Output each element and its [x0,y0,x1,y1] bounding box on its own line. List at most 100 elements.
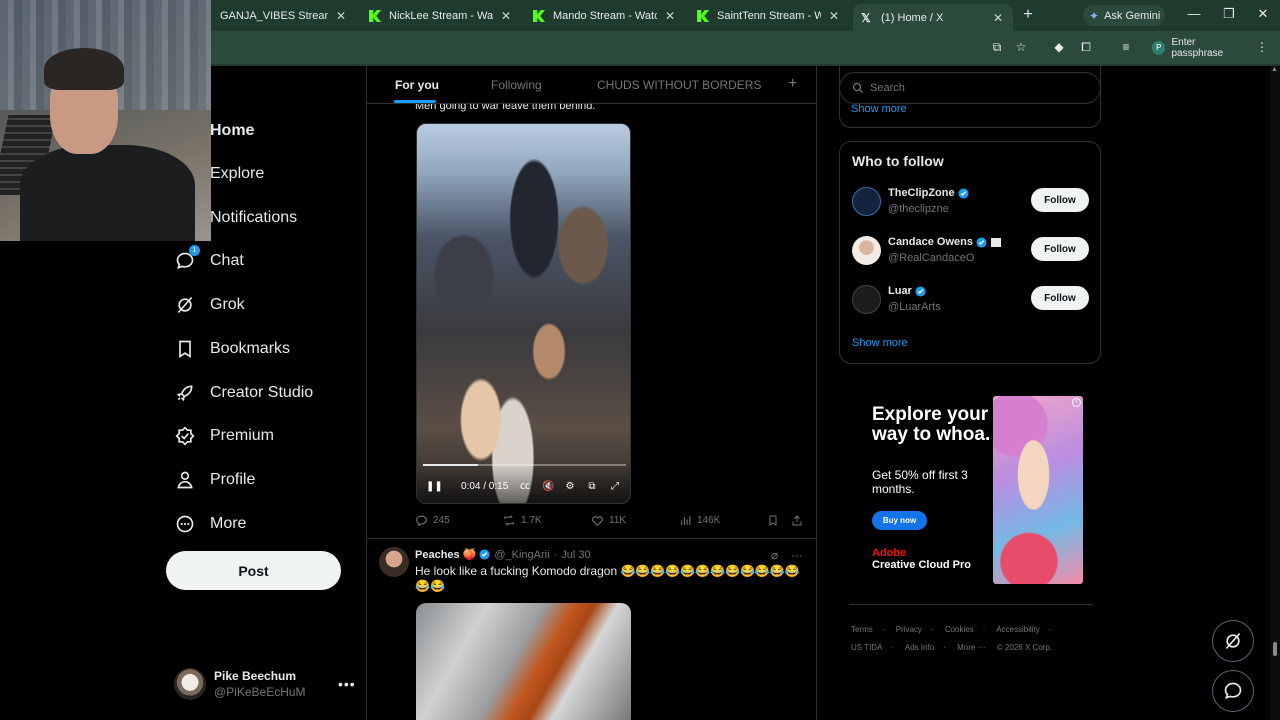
scrollbar-thumb[interactable] [1273,642,1277,656]
footer-link[interactable]: Terms [851,625,873,634]
new-tab-icon[interactable]: + [1020,6,1036,24]
tweet-more-icon[interactable]: ··· [791,548,803,562]
ask-gemini-label: Ask Gemini [1104,9,1161,22]
maximize-icon[interactable]: ❐ [1221,6,1237,22]
footer-link[interactable]: More ··· [957,643,985,652]
reading-list-icon[interactable]: ≡ [1119,40,1133,54]
bookmark-star-icon[interactable]: ☆ [1014,40,1028,54]
avatar[interactable] [379,547,409,577]
search-bar[interactable] [839,72,1101,104]
captions-icon[interactable]: ㏄ [519,480,531,494]
footer-link[interactable]: Privacy [896,625,922,634]
suggestion-handle: @LuarArts [888,301,941,313]
nav-item-creator-studio[interactable]: Creator Studio [174,379,313,407]
extension-icon[interactable]: ◆ [1052,40,1066,54]
share-icon[interactable] [791,514,808,527]
follow-button[interactable]: Follow [1031,188,1089,212]
browser-tab[interactable]: GANJA_VIBES Stream - Watc ✕ [212,4,356,28]
video-progress-bar[interactable] [423,464,626,466]
feed-tabs: For you Following CHUDS WITHOUT BORDERS … [367,66,816,104]
like-button[interactable]: 11K [591,514,626,527]
tab-close-icon[interactable]: ✕ [334,9,348,23]
nav-item-profile[interactable]: Profile [174,466,255,494]
settings-icon[interactable]: ⚙ [564,480,576,494]
footer-link[interactable]: US TIDA [851,643,882,652]
tab-for-you[interactable]: For you [395,78,439,92]
tab-close-icon[interactable]: ✕ [499,9,513,23]
nav-item-bookmarks[interactable]: Bookmarks [174,335,290,363]
views-button[interactable]: 146K [679,514,720,527]
verified-icon [976,236,987,248]
nav-item-chat[interactable]: 1 Chat [174,245,244,275]
flag-icon [990,237,1001,247]
more-dots-icon[interactable]: ••• [338,676,356,692]
add-tab-icon[interactable]: + [788,75,797,93]
close-window-icon[interactable]: ✕ [1255,6,1271,22]
tab-close-icon[interactable]: ✕ [827,9,841,23]
footer-link[interactable]: Accessibility [996,625,1040,634]
ad-info-icon[interactable]: i [1072,398,1081,407]
video-player[interactable]: ❚❚ 0:04 / 0:15 ㏄ 🔇 ⚙ ⧉ ⤢ [416,123,631,504]
tab-close-icon[interactable]: ✕ [991,11,1005,25]
browser-tab[interactable]: SaintTenn Stream - Watch Li ✕ [689,4,849,28]
footer-link[interactable]: Ads Info [905,643,934,652]
nav-label: Explore [210,165,265,182]
account-switcher[interactable]: Pike Beechum @PiKeBeEcHuM ••• [174,668,356,700]
follow-button[interactable]: Follow [1031,286,1089,310]
follow-suggestion[interactable]: Candace Owens @RealCandaceO Follow [852,233,1092,269]
repost-button[interactable]: 1.7K [502,514,542,527]
profile-chip[interactable]: P Enter passphrase [1149,37,1247,59]
follow-suggestion[interactable]: TheClipZone @theclipzne Follow [852,184,1092,220]
browser-tab-active[interactable]: 𝕏 (1) Home / X ✕ [853,4,1013,31]
ad-brand: Adobe [872,547,907,559]
author-handle[interactable]: @_KingArii [494,549,549,561]
show-more-link[interactable]: Show more [852,337,908,349]
post-button[interactable]: Post [166,551,341,590]
tweet-date[interactable]: Jul 30 [561,549,590,561]
cast-icon[interactable]: ⧉ [990,40,1004,54]
nav-label: Chat [210,252,244,269]
avatar [852,187,881,216]
search-input[interactable] [870,82,1090,94]
browser-tab[interactable]: NickLee Stream - Watch Live ✕ [361,4,521,28]
minimize-icon[interactable]: — [1186,6,1202,21]
footer-link[interactable]: Cookies [945,625,974,634]
page-scrollbar[interactable] [1270,66,1280,720]
buy-now-button[interactable]: Buy now [872,511,927,530]
follow-suggestion[interactable]: Luar @LuarArts Follow [852,282,1092,318]
verified-icon [915,285,926,297]
grok-fab[interactable] [1212,620,1254,662]
ask-gemini-button[interactable]: ✦ Ask Gemini [1083,5,1165,26]
dot-separator: · [553,548,558,561]
fullscreen-icon[interactable]: ⤢ [609,480,621,494]
reply-button[interactable]: 245 [415,514,450,527]
mute-icon[interactable]: 🔇 [542,480,554,494]
nav-item-premium[interactable]: Premium [174,422,274,450]
browser-tab[interactable]: Mando Stream - Watch Live ✕ [525,4,685,28]
suggestion-name: TheClipZone [888,187,969,199]
nav-label: Grok [210,296,245,313]
tab-close-icon[interactable]: ✕ [663,9,677,23]
tab-title: Mando Stream - Watch Live [553,10,657,22]
scroll-up-arrow-icon[interactable]: ▲ [1271,66,1278,73]
author-name[interactable]: Peaches [415,549,460,561]
show-more-link[interactable]: Show more [851,103,907,115]
nav-item-more[interactable]: More [174,510,246,538]
follow-button[interactable]: Follow [1031,237,1089,261]
nav-label: More [210,515,247,532]
nav-item-grok[interactable]: Grok [174,291,245,319]
tab-following[interactable]: Following [491,78,542,92]
avatar [174,668,206,700]
tab-chuds-without-borders[interactable]: CHUDS WITHOUT BORDERS [597,78,761,92]
tweet-media[interactable] [416,603,631,720]
kebab-menu-icon[interactable]: ⋮ [1255,40,1269,54]
pip-icon[interactable]: ⧉ [586,480,598,494]
bookmark-tweet-icon[interactable] [767,514,784,527]
puzzle-icon[interactable]: ⧠ [1079,40,1093,54]
adobe-ad[interactable]: Explore your way to whoa. Get 50% off fi… [863,395,1083,585]
premium-icon [174,425,196,447]
messages-fab[interactable] [1212,670,1254,712]
tab-title: SaintTenn Stream - Watch Li [717,10,821,22]
pause-icon[interactable]: ❚❚ [426,480,443,494]
grok-tweet-icon[interactable]: ⌀ [771,548,778,562]
